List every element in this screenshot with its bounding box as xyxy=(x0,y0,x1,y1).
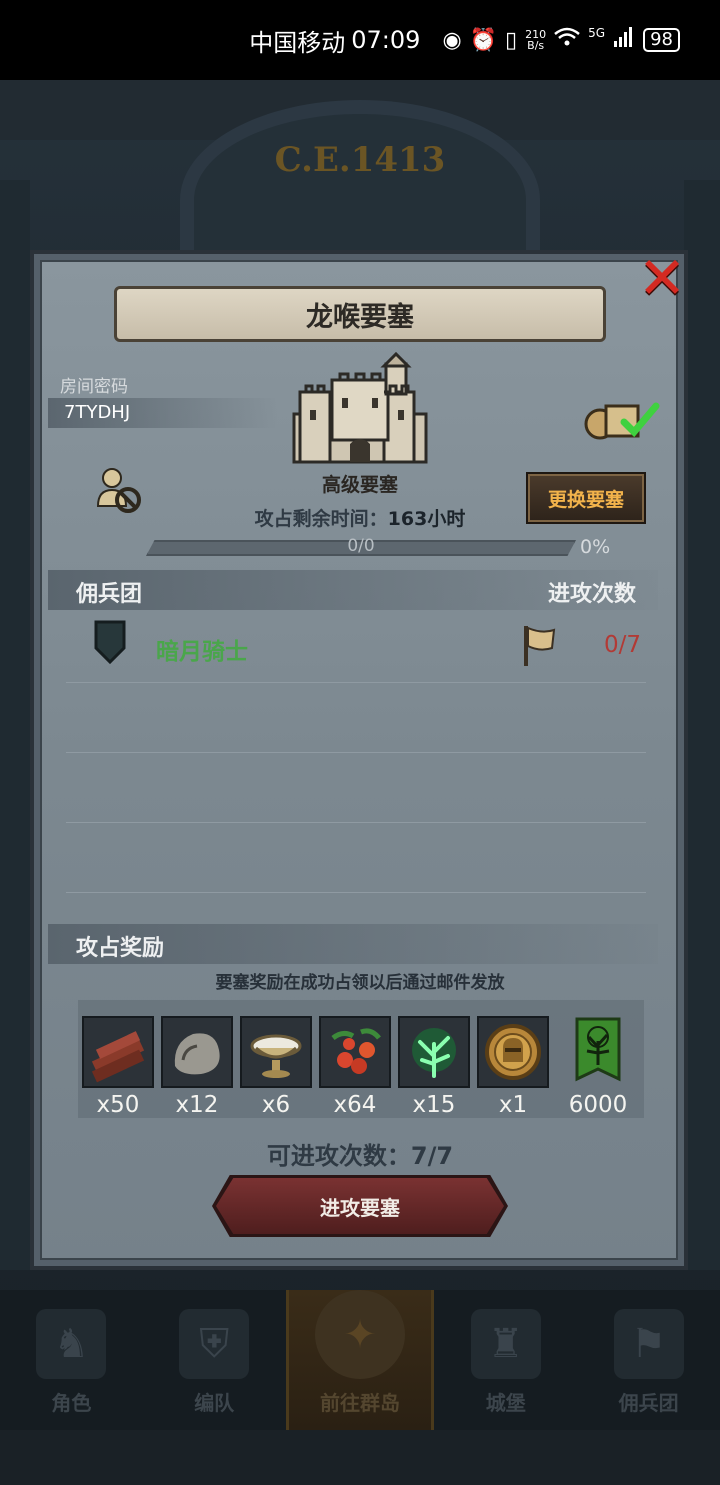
signal-icon xyxy=(613,27,633,53)
remaining-time: 攻占剩余时间：163小时 xyxy=(0,504,720,531)
remaining-time-value: 163小时 xyxy=(387,508,466,530)
remaining-attempts: 可进攻次数：7/7 xyxy=(266,1142,454,1170)
eye-icon: ◉ xyxy=(442,27,462,53)
wifi-icon xyxy=(554,27,580,53)
bowl-icon xyxy=(240,1016,312,1088)
background-right-panel xyxy=(684,180,720,1270)
wood-icon xyxy=(82,1016,154,1088)
reward-item[interactable]: x6 xyxy=(240,1016,312,1118)
room-password-value: 7TYDHJ xyxy=(48,398,278,428)
gold-collected-icon xyxy=(584,402,660,440)
green-tree-icon xyxy=(398,1016,470,1088)
guild-shield-icon xyxy=(94,620,126,664)
nav-label: 编队 xyxy=(194,1391,235,1415)
capture-progress-text: 0/0 xyxy=(347,536,375,556)
capture-progress-percent: 0% xyxy=(580,536,611,558)
nav-label: 前往群岛 xyxy=(319,1391,400,1415)
row-divider xyxy=(66,822,646,823)
berries-icon xyxy=(319,1016,391,1088)
attack-flag-icon xyxy=(524,626,556,666)
mercenary-attack-count: 0/7 xyxy=(604,632,642,658)
flag-icon: ⚑ xyxy=(613,1309,684,1379)
reward-item[interactable]: x1 xyxy=(477,1016,549,1118)
close-button[interactable]: ✕ xyxy=(636,244,688,312)
attack-count-title: 进攻次数 xyxy=(548,582,637,607)
nav-label: 角色 xyxy=(51,1391,92,1415)
title-banner: 龙喉要塞 xyxy=(114,286,606,342)
room-password-label: 房间密码 xyxy=(60,377,128,397)
nav-label: 佣兵团 xyxy=(618,1391,679,1415)
carrier-name: 中国移动 xyxy=(249,28,346,57)
network-speed-unit: B/s xyxy=(527,39,545,52)
status-bar: 中国移动 07:09 ◉ ⏰ ▯ 210 B/s 5G 98 xyxy=(0,0,720,80)
nav-item-character[interactable]: ♞ 角色 xyxy=(0,1290,143,1430)
nav-item-formation[interactable]: ⛨ 编队 xyxy=(143,1290,286,1430)
row-divider xyxy=(66,752,646,753)
reward-item[interactable]: 6000 xyxy=(562,1016,634,1118)
mercenary-section-title: 佣兵团 xyxy=(76,582,143,607)
nav-item-mercenary[interactable]: ⚑ 佣兵团 xyxy=(577,1290,720,1430)
row-divider xyxy=(66,682,646,683)
castle-icon: ♜ xyxy=(470,1309,541,1379)
row-divider xyxy=(66,892,646,893)
fortress-castle-icon xyxy=(292,352,428,464)
close-icon: ✕ xyxy=(637,244,687,312)
battery-indicator: 98 xyxy=(643,28,680,52)
helmet-icon: ⛨ xyxy=(179,1309,250,1379)
reward-section-title: 攻占奖励 xyxy=(76,936,165,961)
reward-quantity: 6000 xyxy=(568,1092,628,1118)
network-type: 5G xyxy=(588,26,606,40)
bottom-nav: ♞ 角色 ⛨ 编队 ✦ 前往群岛 ♜ 城堡 ⚑ 佣兵团 xyxy=(0,1290,720,1430)
era-label: C.E.1413 xyxy=(274,140,446,180)
reward-note: 要塞奖励在成功占领以后通过邮件发放 xyxy=(215,973,505,993)
nav-label: 城堡 xyxy=(485,1391,526,1415)
clock: 07:09 xyxy=(351,26,421,54)
bottom-strip xyxy=(0,1430,720,1485)
background-left-panel xyxy=(0,180,30,1270)
knight-icon: ♞ xyxy=(36,1309,107,1379)
remaining-time-label: 攻占剩余时间： xyxy=(254,508,388,530)
reward-quantity: x1 xyxy=(498,1092,528,1118)
alarm-icon: ⏰ xyxy=(469,27,498,53)
reward-item[interactable]: x50 xyxy=(82,1016,154,1118)
banner-icon xyxy=(562,1016,634,1088)
reward-item[interactable]: x15 xyxy=(398,1016,470,1118)
ore-icon xyxy=(161,1016,233,1088)
map-medallion-icon: ✦ xyxy=(314,1290,405,1379)
modal-title: 龙喉要塞 xyxy=(306,301,414,333)
nav-item-islands[interactable]: ✦ 前往群岛 xyxy=(285,1290,435,1430)
knight-medal-icon xyxy=(477,1016,549,1088)
nav-item-castle[interactable]: ♜ 城堡 xyxy=(434,1290,577,1430)
reward-item[interactable]: x12 xyxy=(161,1016,233,1118)
mercenary-name[interactable]: 暗月骑士 xyxy=(156,632,248,666)
attack-fortress-button[interactable]: 进攻要塞 xyxy=(216,1178,504,1234)
vibrate-icon: ▯ xyxy=(505,27,518,53)
network-speed: 210 B/s xyxy=(525,29,546,51)
reward-item[interactable]: x64 xyxy=(319,1016,391,1118)
